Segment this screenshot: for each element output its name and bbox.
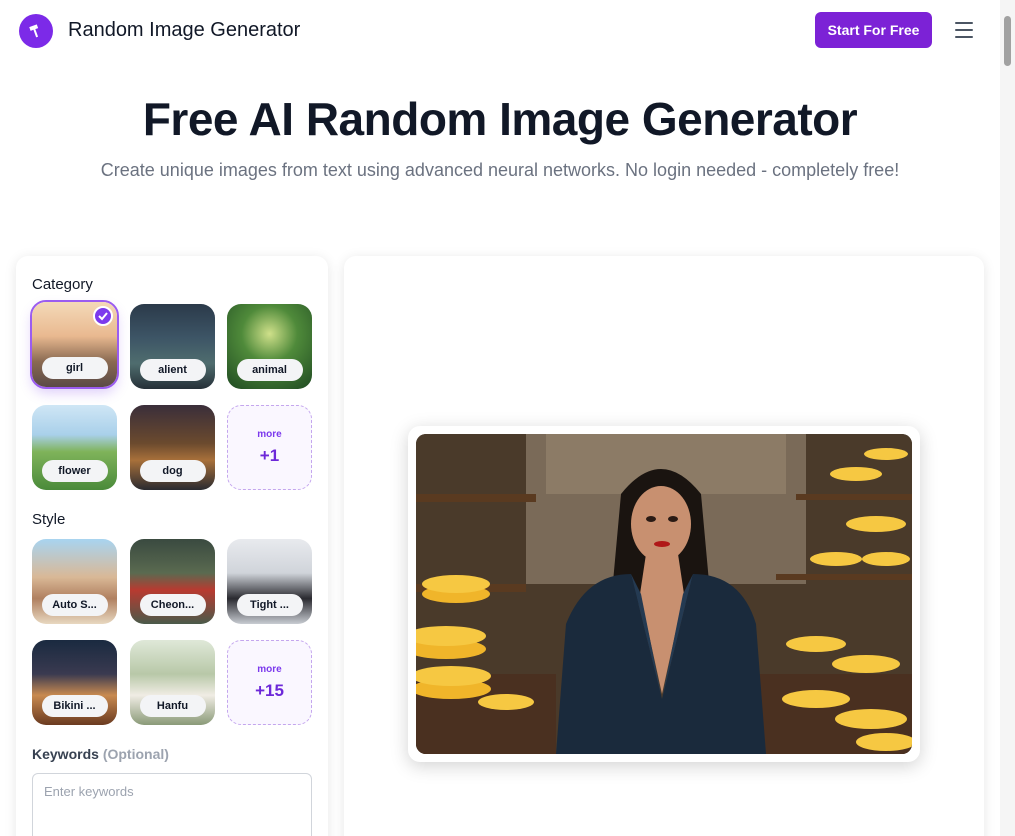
style-tile-hanfu[interactable]: Hanfu (130, 640, 215, 725)
style-tile-auto-s[interactable]: Auto S... (32, 539, 117, 624)
page-title: Free AI Random Image Generator (142, 93, 858, 145)
keywords-optional-note: (Optional) (102, 746, 169, 762)
keywords-input[interactable] (32, 773, 312, 836)
category-label: dog (139, 460, 206, 482)
category-label: flower (41, 460, 108, 482)
generated-image-illustration (416, 434, 912, 754)
category-tile-animal[interactable]: animal (227, 304, 312, 389)
page-subtitle: Create unique images from text using adv… (100, 160, 900, 180)
options-panel: Category girl alient animal flower dog m… (16, 256, 328, 836)
category-heading: Category (32, 276, 93, 293)
style-tile-cheon[interactable]: Cheon... (130, 539, 215, 624)
category-tile-alient[interactable]: alient (130, 304, 215, 389)
checkmark-icon (93, 306, 113, 326)
category-tile-dog[interactable]: dog (130, 405, 215, 490)
style-label: Auto S... (41, 594, 108, 616)
start-for-free-button[interactable]: Start For Free (815, 12, 932, 48)
style-label: Hanfu (139, 695, 206, 717)
category-tile-girl[interactable]: girl (30, 300, 119, 389)
category-more-button[interactable]: more +1 (227, 405, 312, 490)
brush-icon[interactable] (19, 14, 53, 48)
style-label: Bikini ... (41, 695, 108, 717)
more-count: +15 (255, 681, 284, 700)
top-header: Random Image Generator Start For Free (0, 0, 1000, 62)
category-label: animal (236, 359, 303, 381)
result-panel (344, 256, 984, 836)
style-tile-tight[interactable]: Tight ... (227, 539, 312, 624)
style-tile-bikini[interactable]: Bikini ... (32, 640, 117, 725)
page-scrollbar[interactable] (1000, 0, 1015, 836)
generated-image-frame (408, 426, 920, 762)
brand-name[interactable]: Random Image Generator (68, 19, 300, 42)
category-label: alient (139, 359, 206, 381)
category-label: girl (41, 357, 108, 379)
more-label: more (257, 429, 282, 440)
keywords-heading: Keywords (Optional) (32, 746, 169, 762)
scrollbar-thumb[interactable] (1004, 16, 1011, 66)
generated-image[interactable] (416, 434, 912, 754)
style-label: Tight ... (236, 594, 303, 616)
style-label: Cheon... (139, 594, 206, 616)
more-count: +1 (259, 446, 280, 465)
more-label: more (257, 664, 282, 675)
category-tile-flower[interactable]: flower (32, 405, 117, 490)
hamburger-menu-icon[interactable] (954, 20, 974, 40)
style-heading: Style (32, 511, 66, 528)
style-more-button[interactable]: more +15 (227, 640, 312, 725)
keywords-label: Keywords (32, 746, 99, 762)
